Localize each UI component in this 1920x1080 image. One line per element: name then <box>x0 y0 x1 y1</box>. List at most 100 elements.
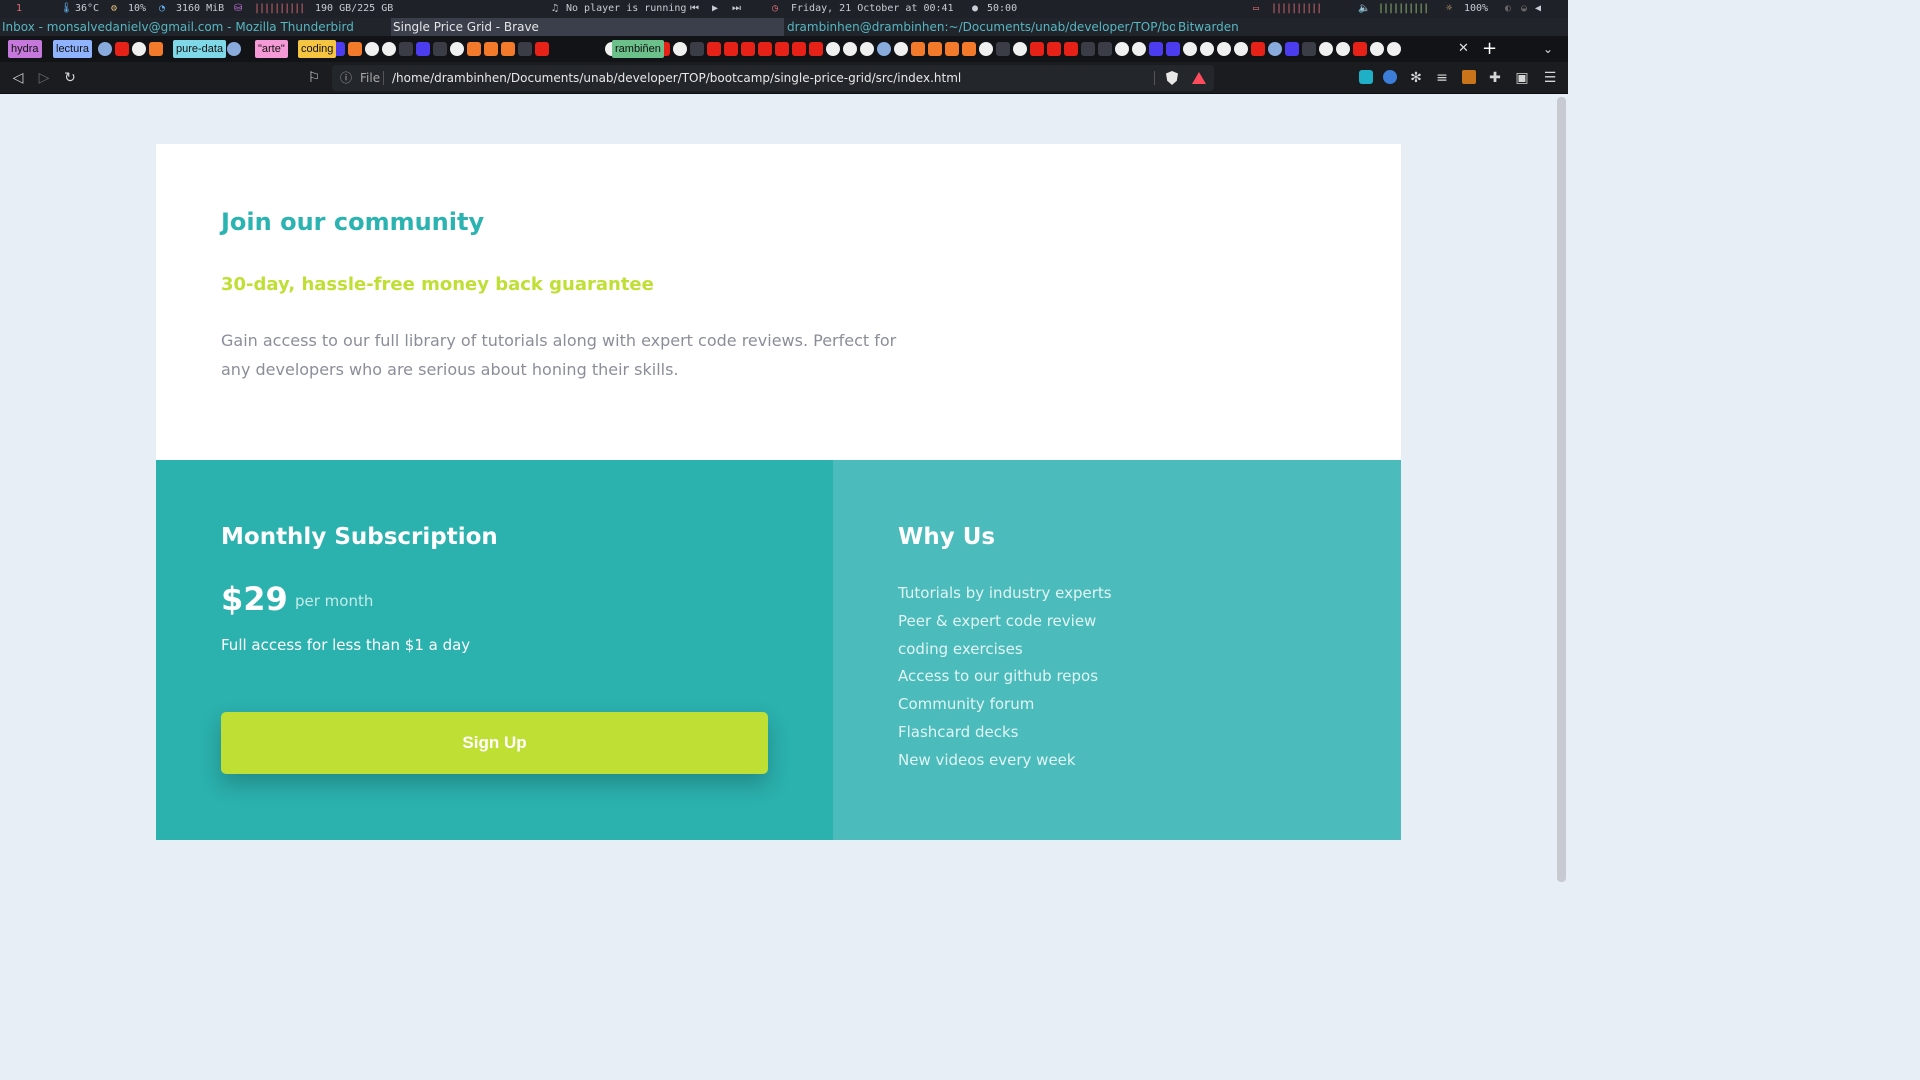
tab-favicon[interactable] <box>1285 42 1299 56</box>
window-title-bitwarden[interactable]: Bitwarden <box>1176 18 1566 36</box>
tab-favicon[interactable] <box>894 42 908 56</box>
tab-favicon[interactable] <box>1132 42 1146 56</box>
tab-favicon[interactable] <box>1370 42 1384 56</box>
tab-favicon[interactable] <box>945 42 959 56</box>
reader-mode-icon[interactable]: ≡ <box>1432 68 1452 88</box>
tab-favicon[interactable] <box>149 42 163 56</box>
next-track-icon[interactable]: ⏭ <box>732 0 741 18</box>
address-bar[interactable]: ⓘ File /home/drambinhen/Documents/unab/d… <box>332 65 1214 91</box>
tab-favicon[interactable] <box>365 42 379 56</box>
youtube-icon[interactable] <box>741 42 755 56</box>
tab-favicon[interactable] <box>1302 42 1316 56</box>
tab-group-hydra[interactable]: hydra <box>8 40 42 58</box>
tab-favicon[interactable] <box>928 42 942 56</box>
youtube-icon[interactable] <box>1047 42 1061 56</box>
tab-favicon[interactable] <box>1234 42 1248 56</box>
tab-favicon[interactable] <box>132 42 146 56</box>
tab-favicon[interactable] <box>911 42 925 56</box>
forward-button[interactable]: ▷ <box>34 68 54 88</box>
github-icon[interactable] <box>1387 42 1401 56</box>
tab-favicon[interactable] <box>1319 42 1333 56</box>
pricing-card: Join our community 30-day, hassle-free m… <box>156 144 1401 840</box>
extension-gear-icon[interactable]: ✻ <box>1406 68 1426 88</box>
window-title-bar: Inbox - monsalvedanielv@gmail.com - Mozi… <box>0 18 1568 36</box>
window-title-brave[interactable]: Single Price Grid - Brave <box>391 18 784 36</box>
window-title-terminal[interactable]: drambinhen@drambinhen:~/Documents/unab/d… <box>785 18 1175 36</box>
new-tab-button[interactable]: + <box>1482 38 1497 60</box>
tab-favicon[interactable] <box>416 42 430 56</box>
youtube-icon[interactable] <box>535 42 549 56</box>
window-title-thunderbird[interactable]: Inbox - monsalvedanielv@gmail.com - Mozi… <box>0 18 390 36</box>
url-input[interactable]: /home/drambinhen/Documents/unab/develope… <box>392 65 961 91</box>
youtube-icon[interactable] <box>724 42 738 56</box>
scrollbar-thumb[interactable] <box>1557 97 1566 882</box>
tab-favicon[interactable] <box>1336 42 1350 56</box>
tab-favicon[interactable] <box>1217 42 1231 56</box>
tab-group-coding[interactable]: coding <box>298 40 337 58</box>
workspace-indicator[interactable]: 1 <box>16 0 22 18</box>
tab-favicon[interactable] <box>860 42 874 56</box>
extension-k-icon[interactable] <box>1462 70 1476 84</box>
extension-pen-icon[interactable] <box>1359 70 1373 84</box>
extension-shield-icon[interactable] <box>1383 70 1397 84</box>
tab-favicon[interactable] <box>348 42 362 56</box>
youtube-icon[interactable] <box>707 42 721 56</box>
tab-favicon[interactable] <box>1013 42 1027 56</box>
menu-icon[interactable]: ☰ <box>1540 68 1560 88</box>
close-tab-icon[interactable]: ✕ <box>1458 40 1469 58</box>
tab-favicon[interactable] <box>1166 42 1180 56</box>
tab-group-pure-data[interactable]: pure-data <box>173 40 227 58</box>
youtube-icon[interactable] <box>1064 42 1078 56</box>
tab-group-arte[interactable]: "arte" <box>255 40 288 58</box>
tab-favicon[interactable] <box>673 42 687 56</box>
divider <box>1154 71 1155 85</box>
wallet-icon[interactable]: ▣ <box>1512 68 1532 88</box>
bookmark-icon[interactable]: ⚐ <box>304 68 324 88</box>
play-icon[interactable]: ▶ <box>712 0 718 18</box>
tab-favicon[interactable] <box>501 42 515 56</box>
tab-favicon[interactable] <box>399 42 413 56</box>
info-icon[interactable]: ⓘ <box>340 65 352 91</box>
tab-favicon[interactable] <box>484 42 498 56</box>
tab-favicon[interactable] <box>962 42 976 56</box>
tab-favicon[interactable] <box>382 42 396 56</box>
youtube-icon[interactable] <box>1353 42 1367 56</box>
youtube-icon[interactable] <box>792 42 806 56</box>
search-icon[interactable] <box>877 42 891 56</box>
mastodon-icon[interactable] <box>98 42 112 56</box>
brave-shield-icon[interactable] <box>1166 71 1178 85</box>
tab-favicon[interactable] <box>467 42 481 56</box>
tab-favicon[interactable] <box>1268 42 1282 56</box>
sign-up-button[interactable]: Sign Up <box>221 712 768 774</box>
youtube-icon[interactable] <box>809 42 823 56</box>
tab-group-lectura[interactable]: lectura <box>53 40 93 58</box>
youtube-icon[interactable] <box>115 42 129 56</box>
tab-favicon[interactable] <box>1081 42 1095 56</box>
tab-favicon[interactable] <box>979 42 993 56</box>
tab-favicon[interactable] <box>227 42 241 56</box>
reload-button[interactable]: ↻ <box>60 68 80 88</box>
tab-favicon[interactable] <box>843 42 857 56</box>
previous-track-icon[interactable]: ⏮ <box>690 0 699 18</box>
tab-favicon[interactable] <box>1149 42 1163 56</box>
github-icon[interactable] <box>1200 42 1214 56</box>
volume-icon[interactable]: 🔈 <box>1358 0 1370 18</box>
youtube-icon[interactable] <box>1251 42 1265 56</box>
github-icon[interactable] <box>450 42 464 56</box>
youtube-icon[interactable] <box>758 42 772 56</box>
youtube-icon[interactable] <box>775 42 789 56</box>
tab-group-rambinen[interactable]: rambiñen <box>612 40 664 58</box>
tab-favicon[interactable] <box>996 42 1010 56</box>
tab-favicon[interactable] <box>1115 42 1129 56</box>
tab-favicon[interactable] <box>690 42 704 56</box>
youtube-icon[interactable] <box>1030 42 1044 56</box>
extensions-puzzle-icon[interactable]: ✚ <box>1485 68 1505 88</box>
tab-favicon[interactable] <box>433 42 447 56</box>
back-button[interactable]: ◁ <box>8 68 28 88</box>
tab-favicon[interactable] <box>1098 42 1112 56</box>
github-icon[interactable] <box>1183 42 1197 56</box>
tab-favicon[interactable] <box>826 42 840 56</box>
chevron-down-icon[interactable]: ⌄ <box>1543 40 1553 58</box>
tab-favicon[interactable] <box>518 42 532 56</box>
brave-rewards-icon[interactable] <box>1192 72 1206 84</box>
